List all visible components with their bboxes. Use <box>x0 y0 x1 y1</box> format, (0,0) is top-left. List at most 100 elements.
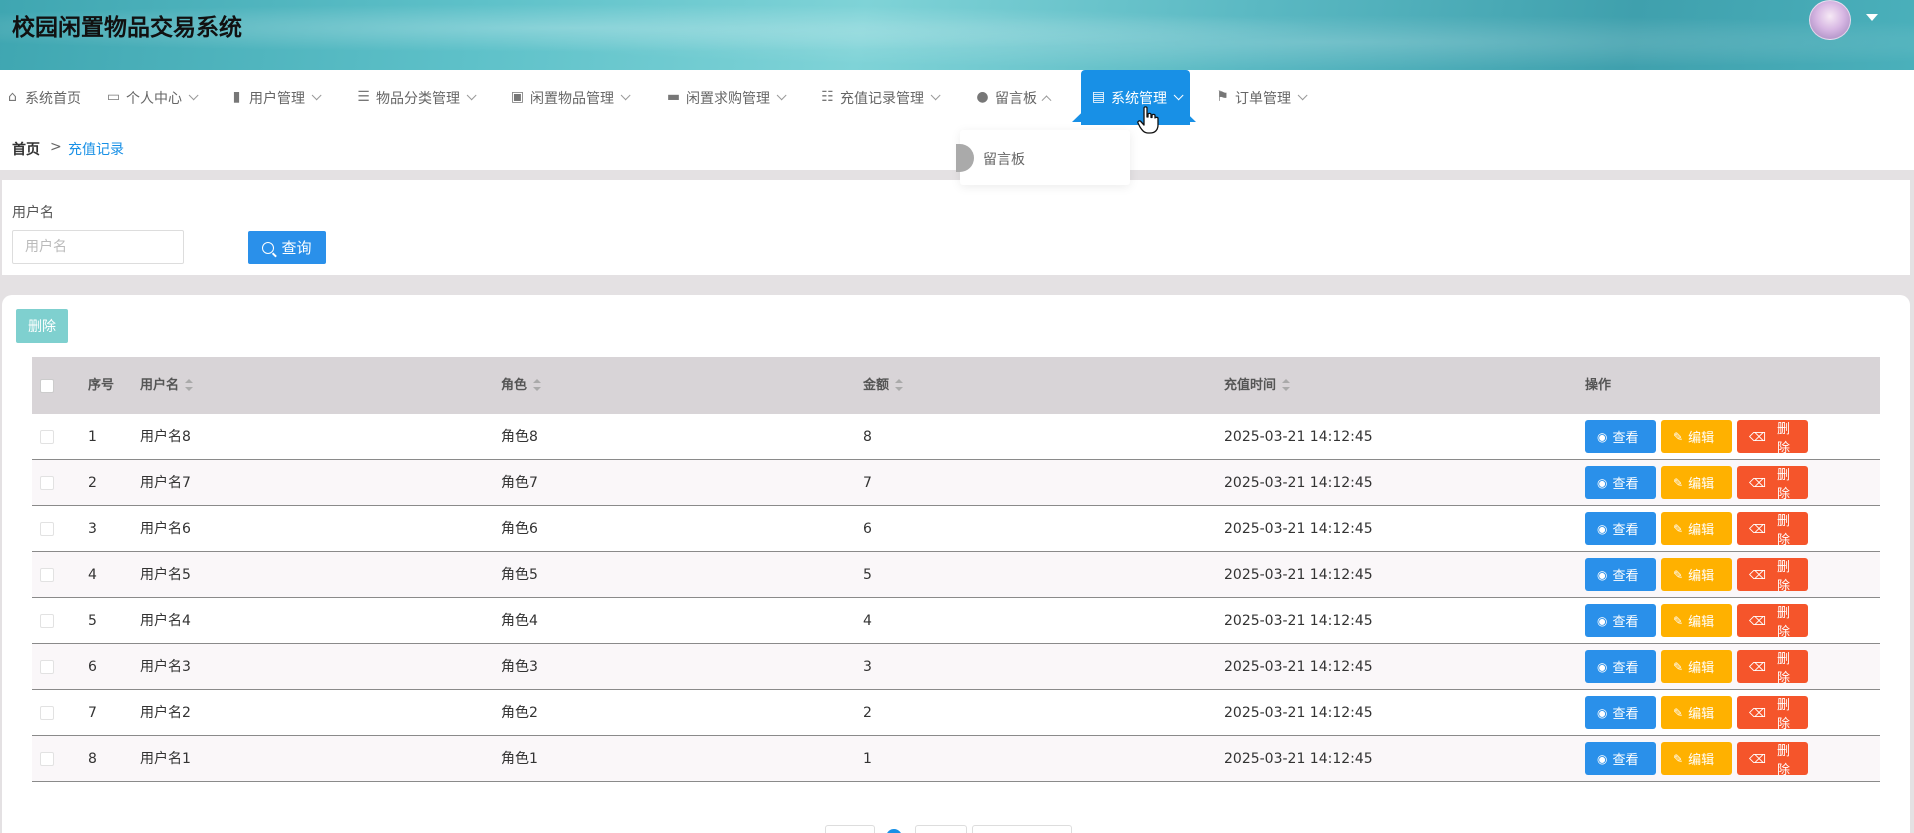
delete-button[interactable]: ⌫ 删除 <box>1737 696 1808 732</box>
header-username[interactable]: 用户名 <box>140 357 194 414</box>
pagination-size-select[interactable] <box>972 825 1072 833</box>
dropdown-item-message-board[interactable]: 留言板 <box>983 149 1025 169</box>
edit-button[interactable]: ✎ 编辑 <box>1661 512 1732 545</box>
delete-button[interactable]: ⌫ 删除 <box>1737 512 1808 548</box>
row-actions: ◉ 查看 ✎ 编辑 ⌫ 删除 <box>1585 696 1808 732</box>
edit-button[interactable]: ✎ 编辑 <box>1661 466 1732 499</box>
edit-button[interactable]: ✎ 编辑 <box>1661 742 1732 775</box>
nav-item-message-board[interactable]: ● 留言板 <box>975 70 1052 125</box>
row-checkbox[interactable] <box>40 568 54 582</box>
eye-icon: ◉ <box>1597 429 1608 444</box>
delete-button[interactable]: ⌫ 删除 <box>1737 650 1808 686</box>
pagination-prev[interactable] <box>825 825 875 833</box>
row-checkbox[interactable] <box>40 752 54 766</box>
eye-icon: ◉ <box>1597 475 1608 490</box>
select-all-checkbox[interactable] <box>40 379 54 393</box>
row-actions: ◉ 查看 ✎ 编辑 ⌫ 删除 <box>1585 650 1808 686</box>
sort-icon[interactable] <box>895 378 904 391</box>
view-button[interactable]: ◉ 查看 <box>1585 512 1656 545</box>
header-username-label: 用户名 <box>140 378 180 393</box>
active-tab-flare <box>1072 110 1196 122</box>
breadcrumb-home[interactable]: 首页 <box>12 139 40 159</box>
edit-icon: ✎ <box>1673 521 1684 536</box>
edit-icon: ✎ <box>1673 659 1684 674</box>
cell-role: 角色8 <box>501 429 538 445</box>
view-button[interactable]: ◉ 查看 <box>1585 696 1656 729</box>
row-actions: ◉ 查看 ✎ 编辑 ⌫ 删除 <box>1585 742 1808 778</box>
delete-button[interactable]: ⌫ 删除 <box>1737 558 1808 594</box>
view-button[interactable]: ◉ 查看 <box>1585 742 1656 775</box>
edit-label: 编辑 <box>1688 661 1715 676</box>
cell-amount: 7 <box>863 475 872 491</box>
row-checkbox[interactable] <box>40 476 54 490</box>
edit-button[interactable]: ✎ 编辑 <box>1661 650 1732 683</box>
delete-button[interactable]: ⌫ 删除 <box>1737 742 1808 778</box>
nav-item-label: 用户管理 <box>249 90 305 107</box>
view-button[interactable]: ◉ 查看 <box>1585 604 1656 637</box>
chevron-down-icon <box>311 90 322 101</box>
user-avatar[interactable] <box>1809 0 1851 40</box>
clipboard-icon: ▤ <box>1091 89 1106 105</box>
nav-item-category-management[interactable]: ☰ 物品分类管理 <box>356 70 477 125</box>
edit-button[interactable]: ✎ 编辑 <box>1661 604 1732 637</box>
row-checkbox[interactable] <box>40 614 54 628</box>
cell-username: 用户名4 <box>140 613 191 629</box>
row-actions: ◉ 查看 ✎ 编辑 ⌫ 删除 <box>1585 512 1808 548</box>
view-button[interactable]: ◉ 查看 <box>1585 420 1656 453</box>
table-row: 4 用户名5 角色5 5 2025-03-21 14:12:45 ◉ 查看 ✎ 编辑… <box>32 552 1880 598</box>
row-checkbox[interactable] <box>40 430 54 444</box>
trash-icon: ⌫ <box>1749 567 1766 582</box>
sort-icon[interactable] <box>185 378 194 391</box>
nav-item-wanted-items[interactable]: ▬ 闲置求购管理 <box>666 70 787 125</box>
pagination-next[interactable] <box>915 825 967 833</box>
table-panel: 删除 序号 用户名 角色 金额 充值时间 操作 1 用户名8 角色8 8 202… <box>2 295 1910 833</box>
sort-icon[interactable] <box>533 378 542 391</box>
recharge-table: 序号 用户名 角色 金额 充值时间 操作 1 用户名8 角色8 8 2025-0… <box>32 357 1880 782</box>
cell-username: 用户名8 <box>140 429 191 445</box>
view-label: 查看 <box>1612 753 1639 768</box>
search-button[interactable]: 查询 <box>248 231 326 264</box>
delete-label: 删除 <box>1776 697 1790 732</box>
search-panel: 用户名 查询 <box>2 180 1910 275</box>
row-checkbox[interactable] <box>40 522 54 536</box>
delete-label: 删除 <box>1776 743 1790 778</box>
nav-item-personal-center[interactable]: ▭ 个人中心 <box>106 70 199 125</box>
nav-item-idle-items[interactable]: ▣ 闲置物品管理 <box>510 70 631 125</box>
sort-icon[interactable] <box>1282 378 1291 391</box>
flag-icon: ⚑ <box>1216 89 1229 105</box>
avatar-caret-icon[interactable] <box>1866 14 1878 21</box>
view-button[interactable]: ◉ 查看 <box>1585 466 1656 499</box>
nav-item-recharge-records[interactable]: ☷ 充值记录管理 <box>820 70 941 125</box>
header-recharge-time[interactable]: 充值时间 <box>1224 357 1291 414</box>
card-icon: ▭ <box>106 89 121 105</box>
edit-button[interactable]: ✎ 编辑 <box>1661 420 1732 453</box>
delete-button[interactable]: ⌫ 删除 <box>1737 466 1808 502</box>
header-amount[interactable]: 金额 <box>863 357 904 414</box>
view-label: 查看 <box>1612 615 1639 630</box>
view-button[interactable]: ◉ 查看 <box>1585 558 1656 591</box>
cell-username: 用户名7 <box>140 475 191 491</box>
box-icon: ▬ <box>666 89 681 105</box>
edit-button[interactable]: ✎ 编辑 <box>1661 696 1732 729</box>
delete-label: 删除 <box>1776 559 1790 594</box>
delete-button[interactable]: ⌫ 删除 <box>1737 420 1808 456</box>
edit-label: 编辑 <box>1688 477 1715 492</box>
username-label: 用户名 <box>12 205 54 221</box>
nav-item-user-management[interactable]: ▮ 用户管理 <box>229 70 322 125</box>
nav-item-order-management[interactable]: ⚑ 订单管理 <box>1215 70 1308 125</box>
row-checkbox[interactable] <box>40 706 54 720</box>
view-button[interactable]: ◉ 查看 <box>1585 650 1656 683</box>
cell-time: 2025-03-21 14:12:45 <box>1224 475 1373 491</box>
pagination-current-page[interactable] <box>886 829 902 833</box>
cell-amount: 6 <box>863 521 872 537</box>
row-actions: ◉ 查看 ✎ 编辑 ⌫ 删除 <box>1585 420 1808 456</box>
username-search-input[interactable] <box>12 230 184 264</box>
table-row: 7 用户名2 角色2 2 2025-03-21 14:12:45 ◉ 查看 ✎ 编辑… <box>32 690 1880 736</box>
bulk-delete-button[interactable]: 删除 <box>16 309 68 343</box>
nav-item-home[interactable]: ⌂ 系统首页 <box>5 70 81 125</box>
edit-button[interactable]: ✎ 编辑 <box>1661 558 1732 591</box>
chevron-down-icon <box>188 90 199 101</box>
row-checkbox[interactable] <box>40 660 54 674</box>
header-role[interactable]: 角色 <box>501 357 542 414</box>
delete-button[interactable]: ⌫ 删除 <box>1737 604 1808 640</box>
